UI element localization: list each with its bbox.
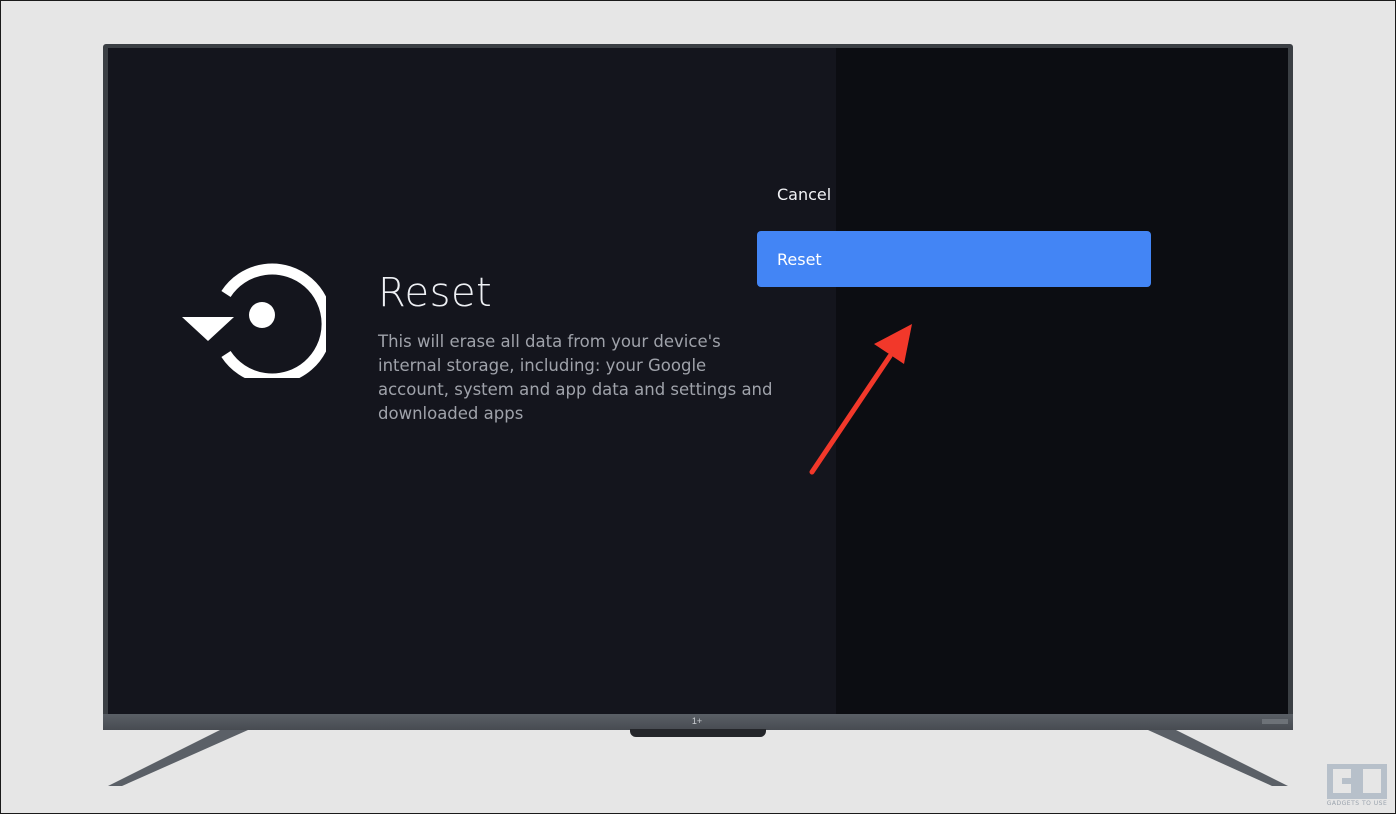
tv-badge — [1262, 719, 1288, 724]
reset-button[interactable]: Reset — [757, 231, 1151, 287]
page-title: Reset — [378, 270, 493, 316]
tv-stand-base — [630, 729, 766, 737]
watermark-caption: GADGETS TO USE — [1326, 800, 1388, 807]
reset-button-label: Reset — [777, 249, 822, 269]
annotation-arrow — [809, 324, 912, 475]
reset-description: This will erase all data from your devic… — [378, 332, 773, 423]
tv-screen: Reset This will erase all data from your… — [108, 48, 1288, 714]
restore-icon — [182, 263, 326, 378]
oneplus-logo-icon: 1+ — [691, 716, 703, 726]
cancel-button-label: Cancel — [777, 184, 832, 204]
info-panel: Reset This will erase all data from your… — [108, 48, 836, 714]
cancel-button[interactable]: Cancel — [757, 166, 1151, 222]
